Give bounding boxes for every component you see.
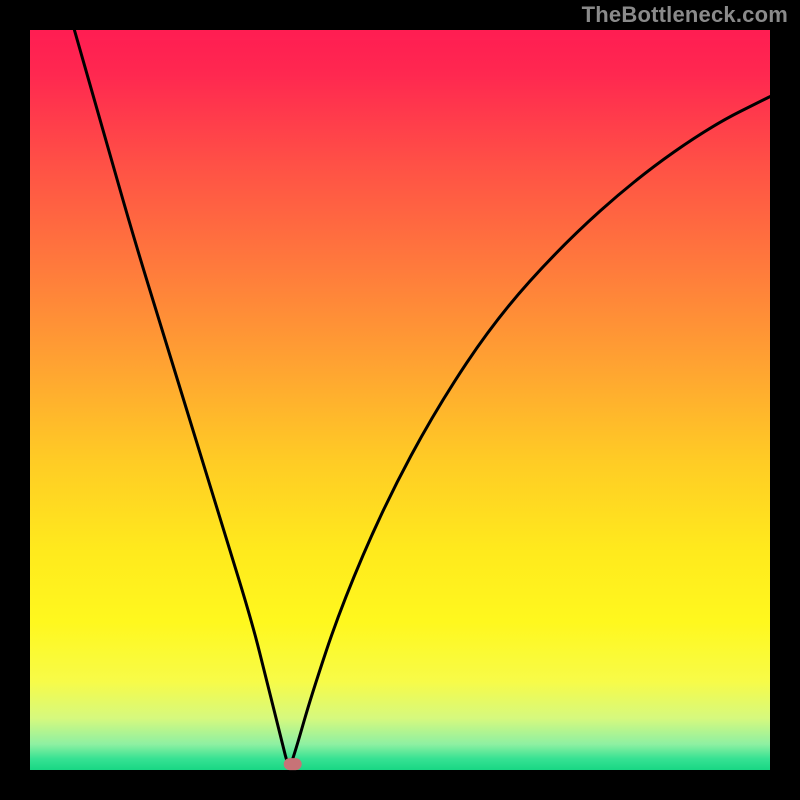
bottleneck-chart bbox=[0, 0, 800, 800]
watermark-text: TheBottleneck.com bbox=[582, 2, 788, 28]
chart-stage: TheBottleneck.com bbox=[0, 0, 800, 800]
minimum-marker bbox=[284, 758, 302, 770]
plot-area bbox=[30, 30, 770, 770]
